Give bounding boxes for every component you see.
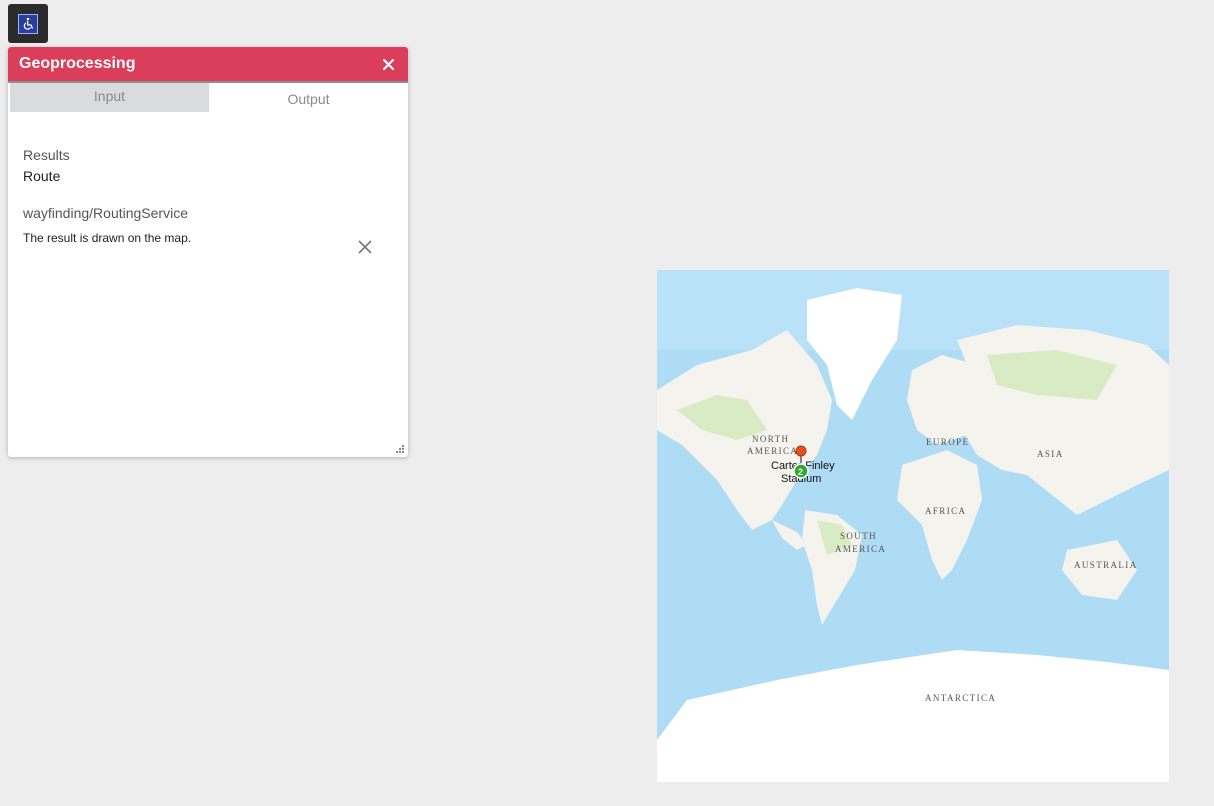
map-label-south-america: SOUTH <box>840 531 877 541</box>
tab-input[interactable]: Input <box>10 83 209 112</box>
panel-header: Geoprocessing <box>8 47 408 83</box>
result-name: Route <box>23 168 61 184</box>
clear-result-button[interactable] <box>357 239 373 255</box>
map-label-europe: EUROPE <box>926 437 969 447</box>
map-label-north-america: AMERICA <box>747 446 798 456</box>
wheelchair-icon <box>18 13 38 34</box>
cluster-marker[interactable]: 2 <box>793 463 809 479</box>
tab-output[interactable]: Output <box>209 83 408 112</box>
accessibility-button[interactable] <box>8 4 48 43</box>
map-label-australia: AUSTRALIA <box>1074 560 1138 570</box>
result-message: The result is drawn on the map. <box>23 231 192 245</box>
close-button[interactable] <box>380 56 396 72</box>
service-name: wayfinding/RoutingService <box>23 205 188 221</box>
map-label-antarctica: ANTARCTICA <box>925 693 996 703</box>
map-label-north-america: NORTH <box>752 434 789 444</box>
panel-title: Geoprocessing <box>19 55 136 72</box>
world-map[interactable]: NORTH AMERICA EUROPE ASIA AFRICA SOUTH A… <box>657 270 1169 782</box>
map-canvas: NORTH AMERICA EUROPE ASIA AFRICA SOUTH A… <box>657 270 1169 782</box>
geoprocessing-panel: Geoprocessing Input Output Results Route… <box>8 47 408 457</box>
map-label-south-america: AMERICA <box>835 544 886 554</box>
close-icon <box>358 240 372 254</box>
map-label-asia: ASIA <box>1037 449 1064 459</box>
results-heading: Results <box>23 147 70 163</box>
resize-handle-icon[interactable] <box>395 444 405 454</box>
map-label-africa: AFRICA <box>925 506 966 516</box>
tab-bar: Input Output <box>8 83 408 112</box>
cluster-count: 2 <box>798 467 803 477</box>
output-content: Results Route wayfinding/RoutingService … <box>23 147 393 245</box>
close-icon <box>382 58 394 70</box>
